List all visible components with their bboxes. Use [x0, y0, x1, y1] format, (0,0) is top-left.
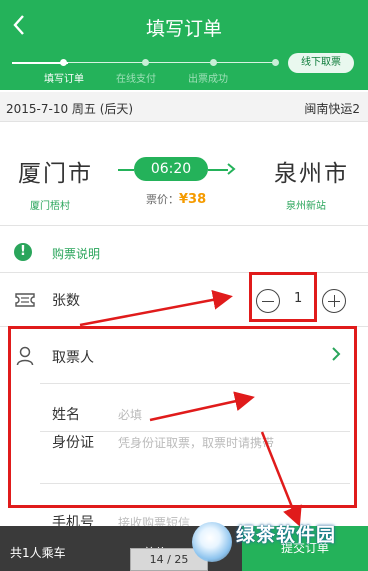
annotation-arrow: [260, 431, 302, 527]
annotation-arrow: [79, 289, 233, 327]
annotation-arrows: [79, 289, 302, 527]
watermark-logo: [192, 522, 232, 562]
passenger-count: 共1人乘车: [10, 546, 66, 560]
watermark-text: 绿茶软件园: [236, 524, 337, 546]
annotation-arrow: [149, 391, 255, 422]
